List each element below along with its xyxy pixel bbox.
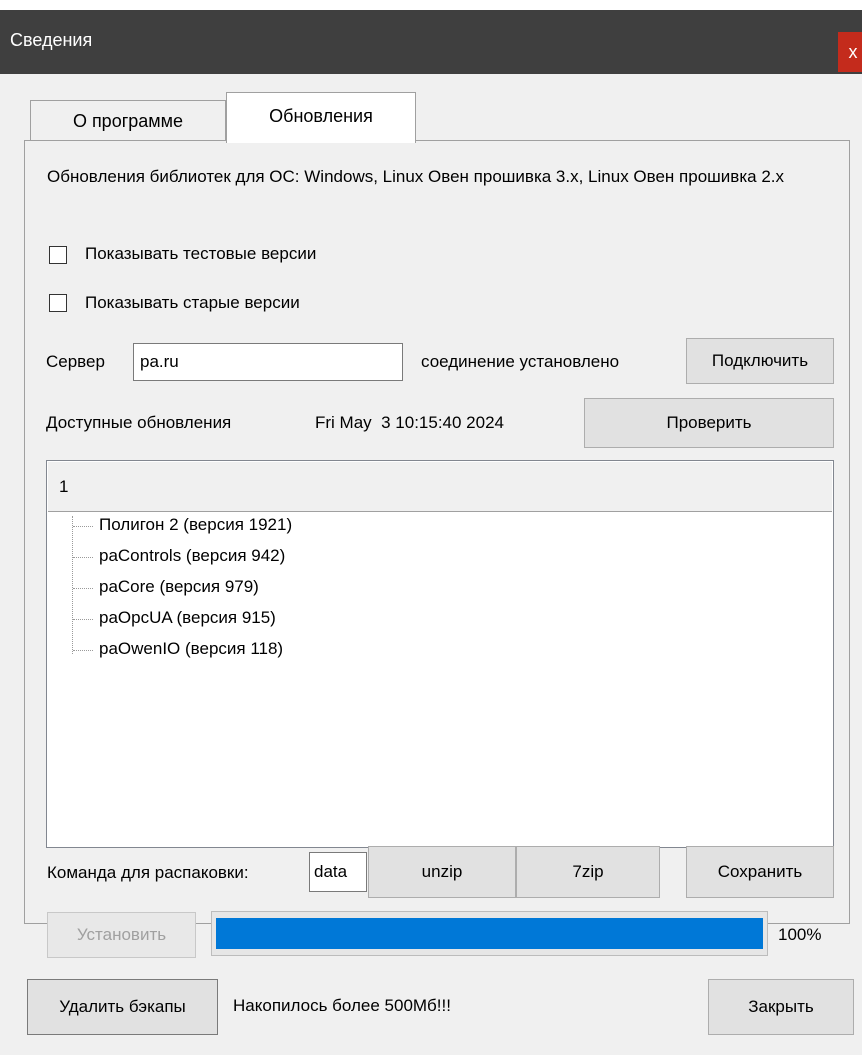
- tree-item-paopcua[interactable]: paOpcUA (версия 915): [99, 608, 276, 628]
- check-button-label: Проверить: [666, 413, 752, 432]
- tree-column-header[interactable]: 1: [48, 462, 832, 512]
- install-progress-bar: [211, 911, 768, 956]
- tree-branch: [73, 588, 93, 589]
- tree-column-header-label: 1: [59, 477, 69, 496]
- save-button[interactable]: Сохранить: [686, 846, 834, 898]
- connect-button[interactable]: Подключить: [686, 338, 834, 384]
- save-button-label: Сохранить: [717, 862, 803, 881]
- server-input-value: pa.ru: [140, 352, 179, 371]
- close-button-label: Закрыть: [748, 997, 814, 1016]
- close-button[interactable]: Закрыть: [708, 979, 854, 1035]
- unpack-command-value: data: [314, 862, 348, 881]
- delete-backups-button[interactable]: Удалить бэкапы: [27, 979, 218, 1035]
- updates-timestamp: Fri May 3 10:15:40 2024: [315, 413, 505, 432]
- tree-connector-line: [72, 516, 73, 654]
- top-strip: [0, 0, 862, 10]
- unpack-command-input[interactable]: data: [309, 852, 367, 892]
- show-old-versions-label: Показывать старые версии: [85, 293, 300, 312]
- server-input[interactable]: pa.ru: [133, 343, 403, 381]
- close-window-button[interactable]: x: [838, 32, 862, 72]
- tree-item-poligon[interactable]: Полигон 2 (версия 1921): [99, 515, 292, 535]
- tab-updates-label: Обновления: [269, 106, 373, 126]
- install-button-label: Установить: [76, 925, 167, 944]
- check-button[interactable]: Проверить: [584, 398, 834, 448]
- show-test-versions-checkbox[interactable]: [49, 246, 67, 264]
- tab-updates[interactable]: Обновления: [226, 92, 416, 143]
- delete-backups-button-label: Удалить бэкапы: [59, 997, 186, 1016]
- connect-button-label: Подключить: [711, 351, 809, 370]
- updates-description: Обновления библиотек для ОС: Windows, Li…: [47, 167, 784, 186]
- tree-branch: [73, 557, 93, 558]
- tree-item-paowenio[interactable]: paOwenIO (версия 118): [99, 639, 283, 659]
- tree-item-pacontrols[interactable]: paControls (версия 942): [99, 546, 285, 566]
- close-icon: x: [848, 42, 858, 62]
- connection-status: соединение установлено: [421, 352, 620, 371]
- tree-branch: [73, 526, 93, 527]
- unzip-button[interactable]: unzip: [368, 846, 516, 898]
- tab-about-label: О программе: [72, 111, 184, 131]
- 7zip-button[interactable]: 7zip: [516, 846, 660, 898]
- tree-branch: [73, 650, 93, 651]
- unzip-button-label: unzip: [421, 862, 463, 881]
- 7zip-button-label: 7zip: [572, 862, 604, 881]
- tree-branch: [73, 619, 93, 620]
- show-old-versions-checkbox[interactable]: [49, 294, 67, 312]
- install-progress-fill: [216, 918, 763, 949]
- tab-about[interactable]: О программе: [30, 100, 226, 141]
- server-label: Сервер: [46, 352, 105, 371]
- available-updates-label: Доступные обновления: [46, 413, 232, 432]
- install-button[interactable]: Установить: [47, 912, 196, 958]
- title-bar: Сведения x: [0, 10, 862, 74]
- window-title: Сведения: [10, 30, 93, 50]
- unpack-command-label: Команда для распаковки:: [47, 863, 249, 882]
- backup-warning: Накопилось более 500Мб!!!: [233, 996, 451, 1015]
- install-progress-percent: 100%: [778, 925, 822, 944]
- tree-item-pacore[interactable]: paCore (версия 979): [99, 577, 259, 597]
- show-test-versions-label: Показывать тестовые версии: [85, 244, 317, 263]
